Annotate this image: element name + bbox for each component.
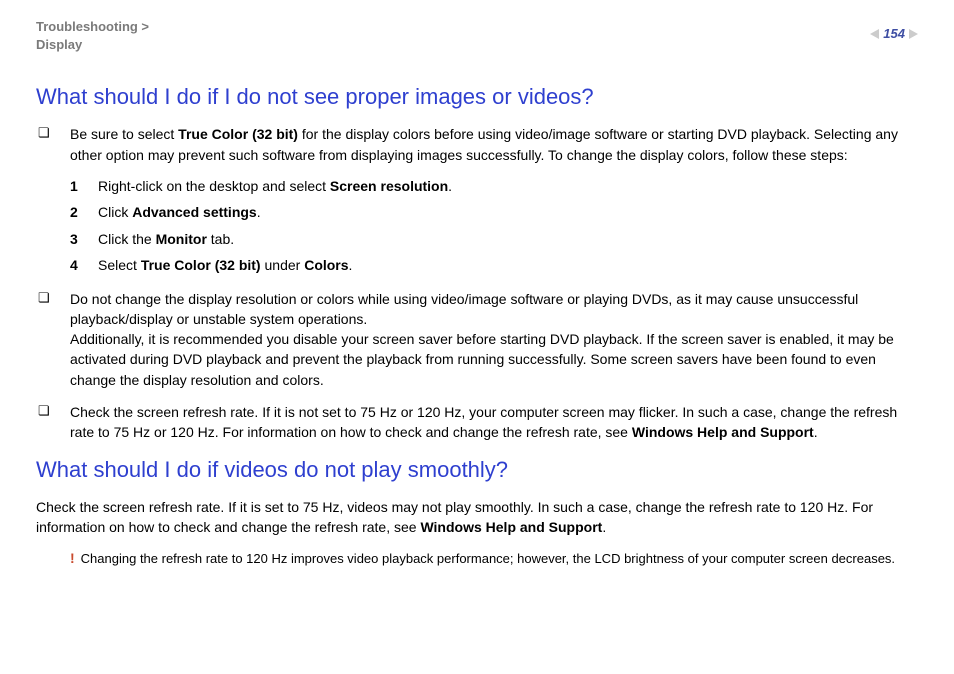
step-text: Click the Monitor tab. bbox=[98, 228, 234, 250]
text: . bbox=[814, 424, 818, 440]
section-heading-2: What should I do if videos do not play s… bbox=[36, 457, 918, 483]
step-number: 1 bbox=[70, 175, 82, 197]
step-number: 2 bbox=[70, 201, 82, 223]
breadcrumb-line2: Display bbox=[36, 36, 149, 54]
breadcrumb: Troubleshooting > Display bbox=[36, 18, 149, 54]
step-text: Click Advanced settings. bbox=[98, 201, 261, 223]
prev-page-icon[interactable] bbox=[870, 29, 879, 39]
text: Additionally, it is recommended you disa… bbox=[70, 331, 894, 388]
step-item: 2 Click Advanced settings. bbox=[70, 201, 918, 223]
step-item: 1 Right-click on the desktop and select S… bbox=[70, 175, 918, 197]
step-text: Right-click on the desktop and select Sc… bbox=[98, 175, 452, 197]
text-bold: True Color (32 bit) bbox=[178, 126, 298, 142]
bullet-list-1: Be sure to select True Color (32 bit) fo… bbox=[36, 124, 918, 442]
list-item: Be sure to select True Color (32 bit) fo… bbox=[60, 124, 918, 276]
steps-list: 1 Right-click on the desktop and select S… bbox=[70, 175, 918, 277]
note-text: Changing the refresh rate to 120 Hz impr… bbox=[81, 551, 895, 568]
step-text: Select True Color (32 bit) under Colors. bbox=[98, 254, 352, 276]
text: Be sure to select bbox=[70, 126, 178, 142]
step-number: 4 bbox=[70, 254, 82, 276]
step-number: 3 bbox=[70, 228, 82, 250]
list-item: Check the screen refresh rate. If it is … bbox=[60, 402, 918, 443]
breadcrumb-line1: Troubleshooting > bbox=[36, 18, 149, 36]
page-number: 154 bbox=[883, 26, 905, 41]
note-row: ! Changing the refresh rate to 120 Hz im… bbox=[36, 551, 918, 568]
page-navigation: 154 bbox=[870, 26, 918, 41]
page-header: Troubleshooting > Display 154 bbox=[36, 18, 918, 54]
exclamation-icon: ! bbox=[70, 551, 75, 565]
section-heading-1: What should I do if I do not see proper … bbox=[36, 84, 918, 110]
body-paragraph: Check the screen refresh rate. If it is … bbox=[36, 497, 918, 538]
text: Do not change the display resolution or … bbox=[70, 291, 858, 327]
text: . bbox=[602, 519, 606, 535]
text-bold: Windows Help and Support bbox=[632, 424, 814, 440]
list-item: Do not change the display resolution or … bbox=[60, 289, 918, 390]
step-item: 4 Select True Color (32 bit) under Colors… bbox=[70, 254, 918, 276]
step-item: 3 Click the Monitor tab. bbox=[70, 228, 918, 250]
text-bold: Windows Help and Support bbox=[420, 519, 602, 535]
next-page-icon[interactable] bbox=[909, 29, 918, 39]
section-2: What should I do if videos do not play s… bbox=[36, 457, 918, 568]
